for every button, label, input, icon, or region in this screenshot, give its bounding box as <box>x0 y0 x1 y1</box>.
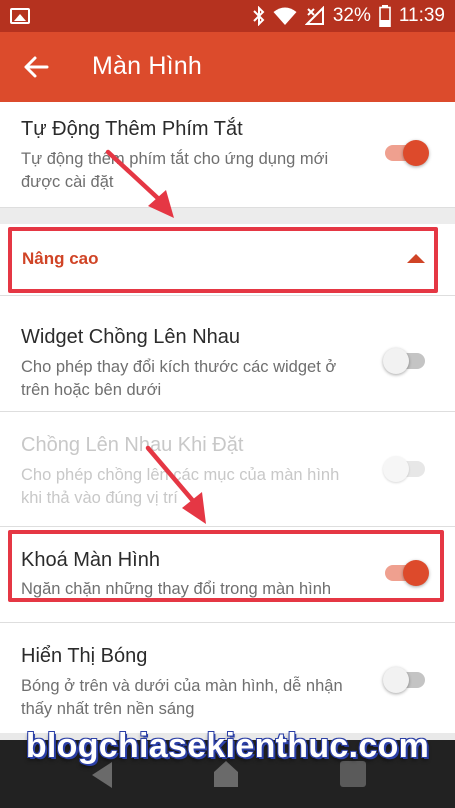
signal-no-data-icon <box>304 6 324 25</box>
setting-shortcut[interactable]: Tự Động Thêm Phím Tắt Tự động thêm phím … <box>0 102 455 208</box>
section-label: Nâng cao <box>22 249 99 268</box>
status-bar: 32% 11:39 <box>0 0 455 32</box>
lock-screen-toggle[interactable] <box>383 557 429 587</box>
setting-title: Tự Động Thêm Phím Tắt <box>21 118 243 140</box>
setting-show-shadow[interactable]: Hiển Thị Bóng Bóng ở trên và dưới của mà… <box>0 623 455 733</box>
image-icon <box>10 8 30 24</box>
setting-title: Chồng Lên Nhau Khi Đặt <box>21 434 244 456</box>
bluetooth-icon <box>253 6 265 26</box>
clock: 11:39 <box>398 5 445 26</box>
settings-group-general: Tự Động Thêm Phím Tắt Tự động thêm phím … <box>0 102 455 208</box>
setting-title: Widget Chồng Lên Nhau <box>21 326 241 348</box>
toggle-thumb <box>383 456 409 482</box>
wifi-icon <box>273 7 297 25</box>
setting-summary: Bóng ở trên và dưới của màn hình, dễ nhậ… <box>21 677 343 718</box>
toggle-thumb <box>403 560 429 586</box>
settings-group-advanced: Widget Chồng Lên Nhau Cho phép thay đổi … <box>0 296 455 733</box>
show-shadow-toggle[interactable] <box>383 664 429 694</box>
toggle-thumb <box>383 348 409 374</box>
watermark-text: blogchiasekienthuc.com <box>25 727 430 765</box>
toggle-thumb <box>403 140 429 166</box>
group-divider <box>0 208 455 224</box>
app-bar: Màn Hình <box>0 32 455 102</box>
settings-list: Tự Động Thêm Phím Tắt Tự động thêm phím … <box>0 102 455 733</box>
toggle-thumb <box>383 667 409 693</box>
arrow-left-icon[interactable] <box>22 53 50 81</box>
setting-lock-screen[interactable]: Khoá Màn Hình Ngăn chặn những thay đổi t… <box>0 527 455 623</box>
battery-icon <box>379 5 391 27</box>
setting-summary: Ngăn chặn những thay đổi trong màn hình <box>21 580 332 598</box>
advanced-section-header[interactable]: Nâng cao <box>0 224 455 296</box>
setting-title: Hiển Thị Bóng <box>21 645 148 667</box>
overlap-on-drop-toggle <box>383 453 429 483</box>
setting-title: Khoá Màn Hình <box>21 549 160 571</box>
setting-summary: Cho phép thay đổi kích thước các widget … <box>21 358 337 399</box>
setting-widget-overlap[interactable]: Widget Chồng Lên Nhau Cho phép thay đổi … <box>0 296 455 412</box>
battery-percent: 32% <box>332 5 371 26</box>
setting-overlap-on-drop: Chồng Lên Nhau Khi Đặt Cho phép chồng lê… <box>0 412 455 527</box>
status-icons: 32% 11:39 <box>253 0 445 32</box>
shortcut-toggle[interactable] <box>383 137 429 167</box>
page-title: Màn Hình <box>92 52 202 80</box>
setting-summary: Tự động thêm phím tắt cho ứng dụng mới đ… <box>21 150 329 191</box>
caret-up-icon[interactable] <box>407 254 425 263</box>
widget-overlap-toggle[interactable] <box>383 345 429 375</box>
setting-summary: Cho phép chồng lên các mục của màn hình … <box>21 466 340 507</box>
